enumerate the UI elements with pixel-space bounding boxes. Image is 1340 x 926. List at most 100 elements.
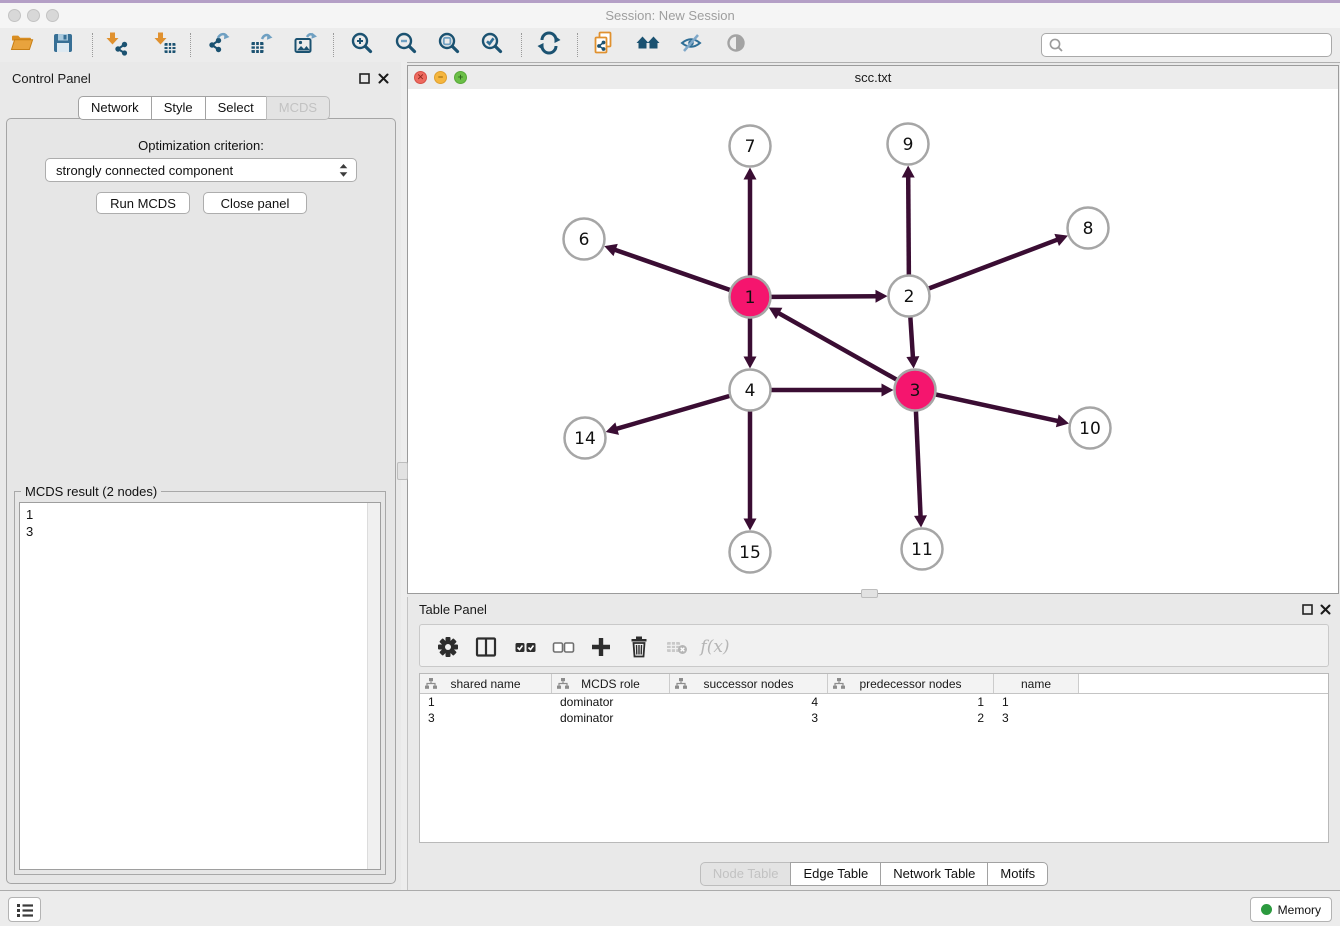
graph-node-8[interactable]: 8 [1068, 208, 1109, 249]
table-row[interactable]: 3dominator323 [420, 710, 1328, 726]
zoom-selected-button[interactable] [478, 31, 506, 59]
import-table-button[interactable] [151, 31, 179, 59]
splitter-grip-vertical[interactable] [397, 462, 408, 480]
graph-node-1[interactable]: 1 [730, 277, 771, 318]
graph-edge-4-14[interactable] [615, 396, 729, 429]
graph-edge-1-6[interactable] [614, 249, 730, 290]
tab-network[interactable]: Network [78, 96, 152, 120]
graph-node-2[interactable]: 2 [889, 276, 930, 317]
tab-style[interactable]: Style [151, 96, 206, 120]
graph-edge-3-1[interactable] [777, 312, 896, 379]
save-session-button[interactable] [49, 31, 77, 59]
criterion-dropdown[interactable]: strongly connected component [45, 158, 357, 182]
close-table-panel-button[interactable] [1319, 603, 1332, 616]
open-session-button[interactable] [8, 31, 36, 59]
result-scrollbar[interactable] [367, 503, 380, 869]
delete-column-button[interactable] [625, 633, 653, 661]
tab-network-table[interactable]: Network Table [880, 862, 988, 886]
plus-icon [588, 634, 614, 660]
graph-edge-1-2[interactable] [771, 296, 877, 297]
graph-node-15[interactable]: 15 [730, 532, 771, 573]
select-all-button[interactable] [511, 633, 539, 661]
graph-edge-2-9[interactable] [908, 175, 909, 274]
columns-icon [473, 634, 499, 660]
run-mcds-button[interactable]: Run MCDS [96, 192, 190, 214]
graph-node-9[interactable]: 9 [888, 124, 929, 165]
export-table-button[interactable] [247, 31, 275, 59]
svg-text:7: 7 [745, 137, 756, 157]
eye-slash-icon [678, 30, 704, 61]
network-graph[interactable]: 7 9 6 8 1 2 4 3 14 10 15 11 [408, 89, 1338, 592]
network-window-titlebar[interactable]: ✕ − + scc.txt [408, 66, 1338, 90]
add-column-button[interactable] [587, 633, 615, 661]
tab-motifs[interactable]: Motifs [987, 862, 1048, 886]
graph-node-6[interactable]: 6 [564, 219, 605, 260]
export-network-button[interactable] [204, 31, 232, 59]
tab-node-table[interactable]: Node Table [700, 862, 792, 886]
column-header-MCDS-role[interactable]: MCDS role [552, 674, 670, 693]
zoom-out-button[interactable] [392, 31, 420, 59]
split-columns-button[interactable] [472, 633, 500, 661]
refresh-layout-button[interactable] [535, 31, 563, 59]
svg-text:9: 9 [903, 135, 914, 155]
graph-node-14[interactable]: 14 [565, 418, 606, 459]
memory-button[interactable]: Memory [1250, 897, 1332, 922]
column-header-predecessor-nodes[interactable]: predecessor nodes [828, 674, 994, 693]
header-filler [1079, 674, 1328, 693]
export-image-button[interactable] [291, 31, 319, 59]
tab-select[interactable]: Select [205, 96, 267, 120]
graph-node-4[interactable]: 4 [730, 370, 771, 411]
close-mcds-panel-button[interactable]: Close panel [203, 192, 307, 214]
function-builder-button[interactable]: f(x) [701, 633, 729, 661]
fx-icon: f(x) [700, 637, 729, 657]
delete-table-button[interactable] [663, 633, 691, 661]
search-field[interactable] [1041, 33, 1332, 57]
graph-edge-arrowhead [1056, 415, 1069, 428]
node-table: shared nameMCDS rolesuccessor nodesprede… [419, 673, 1329, 843]
tab-edge-table[interactable]: Edge Table [790, 862, 881, 886]
close-panel-button[interactable] [377, 72, 390, 85]
column-header-shared-name[interactable]: shared name [420, 674, 552, 693]
cell: 1 [828, 695, 994, 709]
export-table-icon [248, 30, 274, 61]
duplicate-network-button[interactable] [590, 31, 618, 59]
graph-node-11[interactable]: 11 [902, 529, 943, 570]
float-icon [359, 73, 370, 84]
home-neighbors-button[interactable] [634, 31, 662, 59]
float-table-panel-button[interactable] [1301, 603, 1314, 616]
column-header-successor-nodes[interactable]: successor nodes [670, 674, 828, 693]
zoom-fit-icon [436, 30, 462, 61]
splitter-grip-horizontal[interactable] [861, 589, 878, 598]
svg-text:15: 15 [739, 543, 761, 563]
graph-node-7[interactable]: 7 [730, 126, 771, 167]
main-toolbar [0, 28, 1340, 63]
mcds-result-item: 3 [26, 523, 367, 540]
zoom-fit-button[interactable] [435, 31, 463, 59]
graph-edge-3-11[interactable] [916, 411, 921, 517]
zoom-in-button[interactable] [348, 31, 376, 59]
import-network-button[interactable] [103, 31, 131, 59]
float-icon [1302, 604, 1313, 615]
toolbar-separator [190, 33, 191, 57]
column-header-name[interactable]: name [994, 674, 1079, 693]
float-panel-button[interactable] [358, 72, 371, 85]
deselect-all-button[interactable] [549, 633, 577, 661]
show-details-button[interactable] [722, 31, 750, 59]
table-row[interactable]: 1dominator411 [420, 694, 1328, 710]
tab-mcds[interactable]: MCDS [266, 96, 330, 120]
svg-text:11: 11 [911, 540, 933, 560]
task-history-button[interactable] [8, 897, 41, 922]
network-view-window: ✕ − + scc.txt 7 9 6 8 1 2 4 3 14 10 15 11 [407, 65, 1339, 594]
graph-edge-2-3[interactable] [910, 317, 913, 358]
graph-edge-2-8[interactable] [929, 239, 1058, 288]
graph-node-10[interactable]: 10 [1070, 408, 1111, 449]
hide-selected-button[interactable] [677, 31, 705, 59]
graph-edge-3-10[interactable] [936, 395, 1059, 422]
search-input[interactable] [1068, 35, 1331, 55]
table-settings-button[interactable] [434, 633, 462, 661]
toolbar-separator [521, 33, 522, 57]
graph-node-3[interactable]: 3 [895, 370, 936, 411]
list-icon [14, 900, 36, 920]
toolbar-separator [333, 33, 334, 57]
network-canvas[interactable]: 7 9 6 8 1 2 4 3 14 10 15 11 [408, 89, 1338, 593]
